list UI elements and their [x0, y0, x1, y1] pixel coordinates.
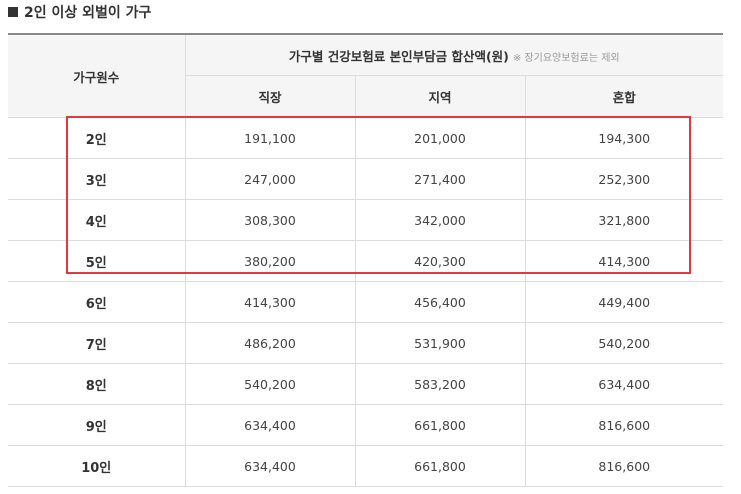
table-row: 4인 308,300 342,000 321,800	[8, 199, 724, 241]
group-header: 가구별 건강보험료 본인부담금 합산액(원) ※ 장기요양보험료는 제외	[184, 33, 724, 76]
workplace-value-cell: 414,300	[184, 281, 355, 323]
table-row: 6인 414,300 456,400 449,400	[8, 281, 724, 323]
household-cell: 6인	[8, 281, 185, 323]
household-header: 가구원수	[8, 33, 185, 118]
mixed-value-cell: 252,300	[524, 158, 724, 200]
household-cell: 7인	[8, 322, 185, 364]
column-header-mixed: 혼합	[524, 75, 724, 118]
table-body: 2인 191,100 201,000 194,300 3인 247,000 271,400 2…	[8, 117, 724, 487]
mixed-value-cell: 194,300	[524, 117, 724, 159]
mixed-value-cell: 634,400	[524, 363, 724, 405]
household-cell: 3인	[8, 158, 185, 200]
workplace-value-cell: 486,200	[184, 322, 355, 364]
workplace-value-cell: 540,200	[184, 363, 355, 405]
square-bullet-icon	[8, 7, 18, 17]
workplace-value-cell: 308,300	[184, 199, 355, 241]
workplace-value-cell: 634,400	[184, 445, 355, 487]
regional-value-cell: 661,800	[354, 404, 525, 446]
workplace-value-cell: 247,000	[184, 158, 355, 200]
household-cell: 4인	[8, 199, 185, 241]
regional-value-cell: 271,400	[354, 158, 525, 200]
regional-value-cell: 583,200	[354, 363, 525, 405]
workplace-value-cell: 191,100	[184, 117, 355, 159]
section-title-text: 2인 이상 외벌이 가구	[24, 5, 152, 21]
household-cell: 9인	[8, 404, 185, 446]
regional-value-cell: 420,300	[354, 240, 525, 282]
table-row: 9인 634,400 661,800 816,600	[8, 404, 724, 446]
table-row: 3인 247,000 271,400 252,300	[8, 158, 724, 200]
household-cell: 8인	[8, 363, 185, 405]
mixed-value-cell: 449,400	[524, 281, 724, 323]
group-header-note: ※ 장기요양보험료는 제외	[512, 52, 620, 64]
regional-value-cell: 342,000	[354, 199, 525, 241]
household-cell: 10인	[8, 445, 185, 487]
household-cell: 5인	[8, 240, 185, 282]
table-row: 5인 380,200 420,300 414,300	[8, 240, 724, 282]
premium-table: 가구원수 가구별 건강보험료 본인부담금 합산액(원) ※ 장기요양보험료는 제외…	[8, 33, 724, 487]
regional-value-cell: 201,000	[354, 117, 525, 159]
mixed-value-cell: 414,300	[524, 240, 724, 282]
header-row-group: 가구원수 가구별 건강보험료 본인부담금 합산액(원) ※ 장기요양보험료는 제외	[8, 33, 724, 118]
table-row: 7인 486,200 531,900 540,200	[8, 322, 724, 364]
workplace-value-cell: 380,200	[184, 240, 355, 282]
workplace-value-cell: 634,400	[184, 404, 355, 446]
table-header: 가구원수 가구별 건강보험료 본인부담금 합산액(원) ※ 장기요양보험료는 제외…	[8, 33, 724, 118]
section-title: 2인 이상 외벌이 가구	[8, 2, 151, 22]
table-row: 10인 634,400 661,800 816,600	[8, 445, 724, 487]
column-header-regional: 지역	[354, 75, 525, 118]
mixed-value-cell: 816,600	[524, 445, 724, 487]
column-header-workplace: 직장	[184, 75, 355, 118]
table-row: 2인 191,100 201,000 194,300	[8, 117, 724, 159]
mixed-value-cell: 816,600	[524, 404, 724, 446]
table-row: 8인 540,200 583,200 634,400	[8, 363, 724, 405]
mixed-value-cell: 321,800	[524, 199, 724, 241]
regional-value-cell: 661,800	[354, 445, 525, 487]
mixed-value-cell: 540,200	[524, 322, 724, 364]
regional-value-cell: 456,400	[354, 281, 525, 323]
household-cell: 2인	[8, 117, 185, 159]
group-header-label: 가구별 건강보험료 본인부담금 합산액(원)	[288, 48, 509, 64]
regional-value-cell: 531,900	[354, 322, 525, 364]
